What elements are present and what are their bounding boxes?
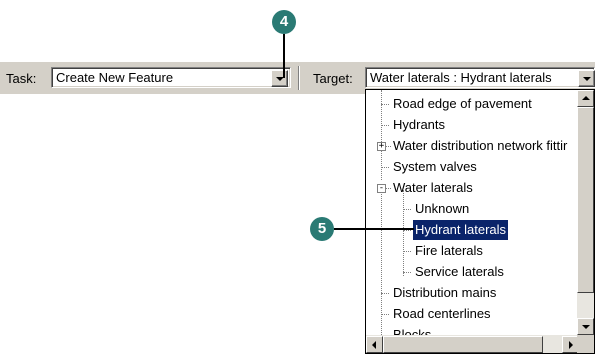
scroll-thumb[interactable]	[577, 107, 594, 293]
tree-item[interactable]: Service laterals	[415, 262, 504, 282]
tree-guide	[403, 209, 411, 210]
target-value: Water laterals : Hydrant laterals	[370, 70, 552, 85]
scroll-down-button[interactable]	[577, 318, 594, 335]
arrow-down-icon	[582, 325, 590, 329]
task-dropdown-button[interactable]	[271, 70, 288, 87]
layer-tree: Road edge of pavement Hydrants + Water d…	[366, 90, 579, 335]
callout-step-5: 5	[310, 217, 334, 241]
tree-item[interactable]: Hydrants	[393, 115, 445, 135]
task-dropdown[interactable]: Create New Feature	[51, 67, 291, 88]
tree-item[interactable]: Distribution mains	[393, 283, 496, 303]
scroll-left-button[interactable]	[366, 336, 383, 353]
tree-item[interactable]: Unknown	[415, 199, 469, 219]
tree-guide	[386, 146, 391, 147]
tree-item[interactable]: Water laterals	[393, 178, 473, 198]
task-label: Task:	[6, 71, 37, 86]
arrow-right-icon	[569, 341, 573, 349]
tree-item-selected[interactable]: Hydrant laterals	[411, 219, 510, 241]
task-value: Create New Feature	[56, 70, 174, 85]
tree-item[interactable]: Blocks	[393, 325, 431, 335]
tree-item[interactable]: Road edge of pavement	[393, 94, 532, 114]
horizontal-scrollbar[interactable]	[366, 335, 579, 353]
toolbar-separator	[298, 66, 300, 90]
tree-guide	[381, 293, 389, 294]
collapse-icon[interactable]: -	[377, 184, 386, 193]
tree-guide	[403, 272, 411, 273]
tree-item[interactable]: System valves	[393, 157, 477, 177]
arrow-left-icon	[372, 341, 376, 349]
target-label: Target:	[313, 71, 353, 86]
tree-guide	[403, 190, 404, 276]
target-dropdown-list[interactable]: Road edge of pavement Hydrants + Water d…	[365, 89, 595, 354]
vertical-scrollbar[interactable]	[577, 90, 594, 335]
tree-guide	[403, 251, 411, 252]
callout-5-leader	[334, 228, 414, 230]
chevron-down-icon	[583, 77, 591, 81]
target-dropdown[interactable]: Water laterals : Hydrant laterals	[365, 67, 595, 88]
expand-icon[interactable]: +	[377, 142, 386, 151]
scroll-up-button[interactable]	[577, 90, 594, 107]
tree-guide	[403, 230, 411, 231]
tree-guide	[381, 125, 389, 126]
callout-step-4: 4	[272, 10, 296, 34]
scrollbar-corner	[577, 335, 594, 353]
tree-guide	[381, 104, 389, 105]
target-dropdown-button[interactable]	[578, 70, 595, 87]
tree-item[interactable]: Water distribution network fittir	[393, 136, 567, 156]
tree-guide	[386, 188, 391, 189]
hscroll-thumb[interactable]	[383, 336, 543, 353]
tree-guide	[381, 167, 389, 168]
tree-guide	[381, 314, 389, 315]
arrow-up-icon	[582, 96, 590, 100]
callout-4-leader	[283, 34, 285, 78]
tree-item[interactable]: Fire laterals	[415, 241, 483, 261]
tree-item[interactable]: Road centerlines	[393, 304, 491, 324]
